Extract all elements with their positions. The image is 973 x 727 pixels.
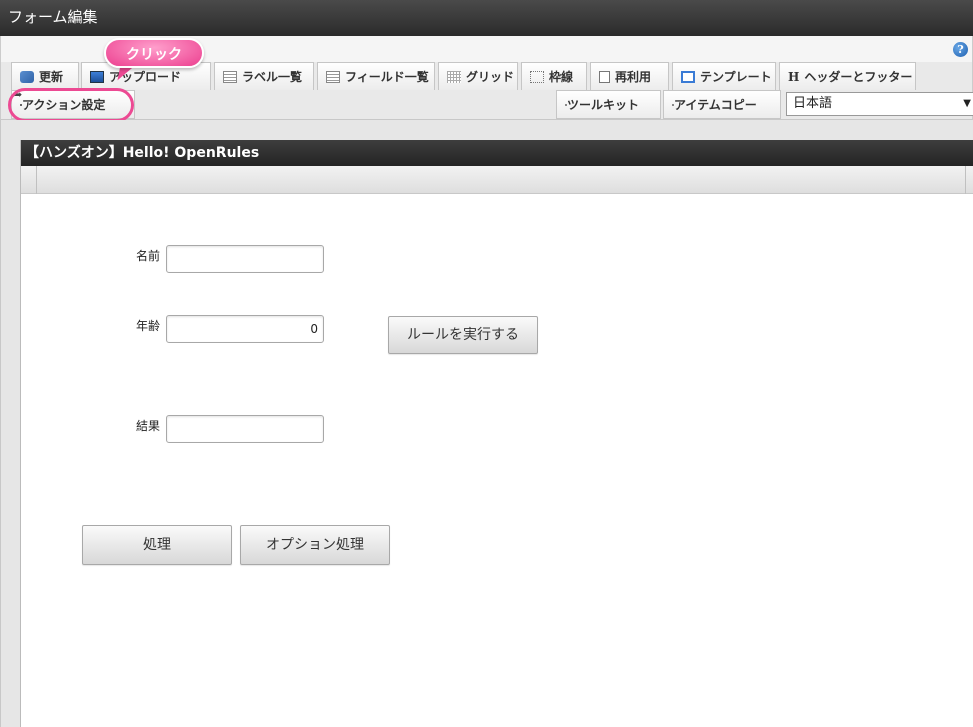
tab-frame[interactable]: 枠線 (521, 62, 587, 90)
click-callout: クリック (104, 38, 204, 68)
tab-label: フィールド一覧 (345, 70, 429, 84)
window-title: フォーム編集 (0, 0, 973, 36)
refresh-icon (20, 70, 34, 83)
item-copy-label: アイテムコピー (674, 98, 757, 112)
item-copy-button[interactable]: アイテムコピー (663, 90, 781, 119)
form-title: 【ハンズオン】Hello! OpenRules (21, 140, 973, 166)
tab-header-footer[interactable]: H ヘッダーとフッター (779, 62, 916, 90)
divider (36, 166, 37, 194)
tab-label: ヘッダーとフッター (804, 70, 913, 84)
age-label: 年齢 (136, 319, 161, 333)
tab-label: テンプレート (700, 70, 772, 84)
toolbar: 更新 アップロード ラベル一覧 フィールド一覧 グリッド 枠線 再利用 テンプレ… (0, 62, 973, 120)
tab-refresh[interactable]: 更新 (11, 62, 79, 90)
divider (965, 166, 966, 194)
download-icon (90, 70, 104, 83)
run-rules-button[interactable]: ルールを実行する (388, 316, 538, 354)
tab-label: 枠線 (549, 70, 574, 84)
tab-label: 再利用 (615, 70, 652, 84)
tab-label: グリッド (466, 70, 515, 84)
document-icon (599, 70, 610, 83)
list-icon (326, 70, 340, 83)
tab-grid[interactable]: グリッド (438, 62, 518, 90)
frame-icon (530, 70, 544, 83)
option-process-button[interactable]: オプション処理 (240, 525, 390, 565)
tab-template[interactable]: テンプレート (672, 62, 776, 90)
tab-field-list[interactable]: フィールド一覧 (317, 62, 435, 90)
tab-label: 更新 (39, 70, 64, 84)
header-icon: H (788, 69, 800, 84)
form-panel: 【ハンズオン】Hello! OpenRules 名前 年齢 0 ルールを実行する… (20, 140, 973, 727)
template-icon (681, 70, 695, 83)
language-select[interactable]: 日本語 ▼ (786, 92, 973, 116)
tab-label: ラベル一覧 (242, 70, 303, 84)
process-button[interactable]: 処理 (82, 525, 232, 565)
form-subheader (21, 166, 973, 194)
toolkit-button[interactable]: ツールキット (556, 90, 661, 119)
result-field[interactable] (166, 415, 324, 443)
toolkit-label: ツールキット (567, 98, 640, 112)
list-icon (223, 70, 237, 83)
result-label: 結果 (136, 419, 161, 433)
tab-reuse[interactable]: 再利用 (590, 62, 669, 90)
name-label: 名前 (136, 249, 161, 263)
language-value: 日本語 (793, 96, 833, 111)
tab-label-list[interactable]: ラベル一覧 (214, 62, 314, 90)
age-field[interactable]: 0 (166, 315, 324, 343)
grid-icon (447, 70, 461, 83)
name-field[interactable] (166, 245, 324, 273)
help-icon[interactable]: ? (953, 42, 968, 57)
click-highlight (8, 88, 134, 122)
chevron-down-icon: ▼ (963, 98, 971, 109)
